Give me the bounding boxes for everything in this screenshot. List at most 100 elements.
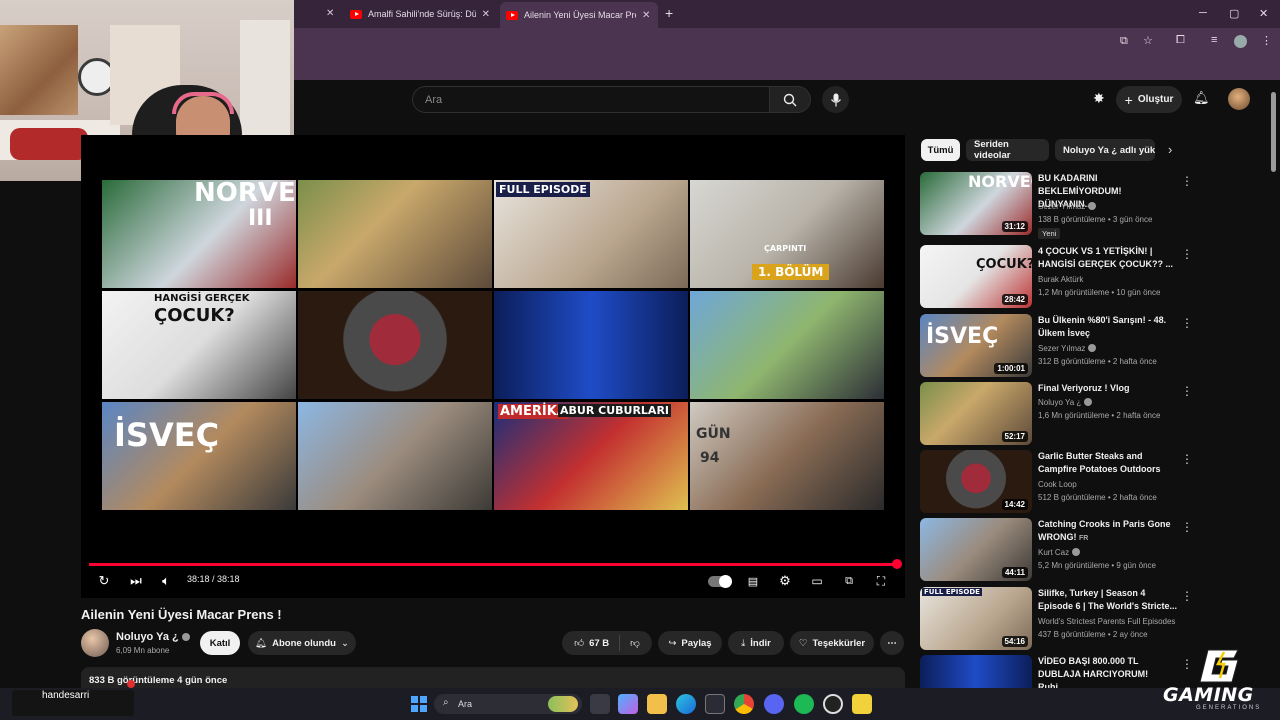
like-button[interactable]: 👍︎ 67 B	[564, 635, 621, 651]
close-tab-icon[interactable]: ✕	[642, 10, 650, 21]
copilot-icon[interactable]	[618, 694, 638, 714]
subscribed-button[interactable]: 🔔︎ Abone olundu ⌄	[248, 631, 356, 655]
extensions-icon[interactable]: ⧠	[1176, 34, 1185, 47]
recommendation-title[interactable]: Garlic Butter Steaks and Campfire Potato…	[1038, 450, 1178, 476]
profile-icon[interactable]	[1234, 35, 1247, 48]
file-explorer-icon[interactable]	[647, 694, 667, 714]
menu-dots-icon[interactable]: ⋮	[1261, 34, 1272, 47]
settings-button[interactable]: ⚙︎	[776, 572, 794, 590]
join-button[interactable]: Katıl	[200, 631, 240, 655]
end-screen-thumb[interactable]	[298, 402, 492, 510]
recommendation-thumbnail[interactable]: 44:11	[920, 518, 1032, 581]
thanks-button[interactable]: ♡ Teşekkürler	[790, 631, 874, 655]
end-screen-thumb[interactable]: HANGİSİ GERÇEK ÇOCUK?	[102, 291, 296, 399]
close-tab-icon[interactable]: ✕	[326, 8, 334, 19]
end-screen-thumb[interactable]: İSVEÇ	[102, 402, 296, 510]
edge-icon[interactable]	[676, 694, 696, 714]
recommendation-title[interactable]: Bu Ülkenin %80'i Sarışın! - 48. Ülkem İs…	[1038, 314, 1178, 340]
chip-all[interactable]: Tümü	[921, 139, 960, 161]
more-vert-icon[interactable]: ⋮	[1181, 174, 1193, 188]
recommendation-item[interactable]: 52:17 Final Veriyoruz ! Vlog Noluyo Ya ¿…	[920, 382, 1268, 446]
subtitles-button[interactable]: ▤	[744, 572, 762, 590]
recommendation-title[interactable]: Final Veriyoruz ! Vlog	[1038, 382, 1178, 395]
end-screen-thumb[interactable]: ÇARPINTI 1. BÖLÜM	[690, 180, 884, 288]
more-vert-icon[interactable]: ⋮	[1181, 657, 1193, 671]
tab-amalfi[interactable]: Amalfi Sahili'nde Sürüş: Dünyan ✕	[344, 4, 496, 24]
minimize-icon[interactable]: ─	[1199, 7, 1207, 19]
obs-icon[interactable]	[823, 694, 843, 714]
recommendation-item[interactable]: FULL EPISODE 54:16 Silifke, Turkey | Sea…	[920, 587, 1268, 651]
recommendation-item[interactable]: 14:42 Garlic Butter Steaks and Campfire …	[920, 450, 1268, 514]
more-vert-icon[interactable]: ⋮	[1181, 589, 1193, 603]
end-screen-thumb[interactable]: FULL EPISODE	[494, 180, 688, 288]
create-button[interactable]: + Oluştur	[1116, 86, 1182, 113]
end-screen-thumb[interactable]	[690, 291, 884, 399]
taskbar-search[interactable]: ⌕ Ara	[434, 694, 582, 714]
search-input[interactable]: Ara	[412, 86, 770, 113]
recommendation-title[interactable]: VİDEO BAŞI 800.000 TL DUBLAJA HARCIYORUM…	[1038, 655, 1178, 688]
cast-button[interactable]: ⧉	[840, 572, 858, 590]
recommendation-item[interactable]: NORVEÇ 31:12 BU KADARINI BEKLEMİYORDUM! …	[920, 172, 1268, 239]
end-screen-thumb[interactable]	[494, 291, 688, 399]
recommendation-title[interactable]: Silifke, Turkey | Season 4 Episode 6 | T…	[1038, 587, 1178, 613]
cast-icon[interactable]: ⧉	[1120, 35, 1128, 48]
dislike-button[interactable]: 👎︎	[620, 637, 650, 649]
more-vert-icon[interactable]: ⋮	[1181, 384, 1193, 398]
next-button[interactable]: ⏭︎	[127, 572, 145, 590]
end-screen-thumb[interactable]: NORVEÇ III	[102, 180, 296, 288]
download-button[interactable]: ⤓ İndir	[728, 631, 784, 655]
recommendation-thumbnail[interactable]: 14:42	[920, 450, 1032, 513]
chrome-icon[interactable]	[734, 694, 754, 714]
recommendation-item[interactable]: 44:11 Catching Crooks in Paris Gone WRON…	[920, 518, 1268, 582]
media-icon[interactable]: ≡	[1211, 34, 1217, 46]
recommendation-thumbnail[interactable]: NORVEÇ 31:12	[920, 172, 1032, 235]
recommendation-item[interactable]: ÇOCUK? 28:42 4 ÇOCUK VS 1 YETİŞKİN! | HA…	[920, 245, 1268, 309]
recommendation-thumbnail[interactable]	[920, 655, 1032, 688]
recommendation-thumbnail[interactable]: ÇOCUK? 28:42	[920, 245, 1032, 308]
recommendation-title[interactable]: 4 ÇOCUK VS 1 YETİŞKİN! | HANGİSİ GERÇEK …	[1038, 245, 1178, 271]
more-vert-icon[interactable]: ⋮	[1181, 520, 1193, 534]
close-window-icon[interactable]: ✕	[1259, 7, 1268, 20]
share-button[interactable]: ↪ Paylaş	[658, 631, 722, 655]
channel-name[interactable]: Noluyo Ya ¿	[116, 631, 190, 643]
end-screen-thumb[interactable]	[298, 180, 492, 288]
tab-active-video[interactable]: Ailenin Yeni Üyesi Macar Prens ✕	[500, 2, 658, 28]
spotify-icon[interactable]	[794, 694, 814, 714]
close-tab-icon[interactable]: ✕	[482, 9, 490, 20]
premium-sparkle-icon[interactable]: ✸	[1093, 90, 1105, 107]
more-vert-icon[interactable]: ⋮	[1181, 247, 1193, 261]
theater-mode-button[interactable]: ▭	[808, 572, 826, 590]
maximize-icon[interactable]: ▢	[1229, 7, 1239, 20]
bookmark-star-icon[interactable]: ☆	[1143, 34, 1153, 47]
recommendation-thumbnail[interactable]: İSVEÇ 1:00:01	[920, 314, 1032, 377]
task-view-icon[interactable]	[590, 694, 610, 714]
more-vert-icon[interactable]: ⋮	[1181, 316, 1193, 330]
recommendation-thumbnail[interactable]: FULL EPISODE 54:16	[920, 587, 1032, 650]
end-screen-thumb[interactable]: AMERİKA ABUR CUBURLARI	[494, 402, 688, 510]
recommendation-title[interactable]: Catching Crooks in Paris Gone WRONG! FR	[1038, 518, 1178, 545]
more-vert-icon[interactable]: ⋮	[1181, 452, 1193, 466]
end-screen-thumb[interactable]: GÜN 94	[690, 402, 884, 510]
search-button[interactable]	[769, 86, 811, 113]
progress-scrubber[interactable]	[892, 559, 902, 569]
windows-start-icon[interactable]	[411, 696, 427, 712]
volume-button[interactable]: 🔈︎	[157, 572, 175, 590]
discord-icon[interactable]	[764, 694, 784, 714]
autoplay-toggle[interactable]	[708, 575, 732, 588]
more-actions-button[interactable]: ⋯	[880, 631, 904, 655]
replay-button[interactable]: ↻	[95, 572, 113, 590]
chevron-right-icon[interactable]: ›	[1168, 142, 1172, 157]
account-avatar[interactable]	[1228, 88, 1250, 110]
recommendation-item[interactable]: İSVEÇ 1:00:01 Bu Ülkenin %80'i Sarışın! …	[920, 314, 1268, 378]
page-scrollbar[interactable]	[1271, 92, 1276, 172]
recommendation-thumbnail[interactable]: 52:17	[920, 382, 1032, 445]
fullscreen-button[interactable]: ⛶	[872, 572, 890, 590]
notifications-bell-icon[interactable]: 🔔︎	[1193, 90, 1210, 106]
end-screen-thumb[interactable]	[298, 291, 492, 399]
new-tab-button[interactable]: +	[665, 5, 673, 21]
app-icon[interactable]	[852, 694, 872, 714]
chip-channel-uploads[interactable]: Noluyo Ya ¿ adlı yükle	[1055, 139, 1155, 161]
store-icon[interactable]	[705, 694, 725, 714]
voice-search-button[interactable]	[822, 86, 849, 113]
chip-series[interactable]: Seriden videolar	[966, 139, 1049, 161]
